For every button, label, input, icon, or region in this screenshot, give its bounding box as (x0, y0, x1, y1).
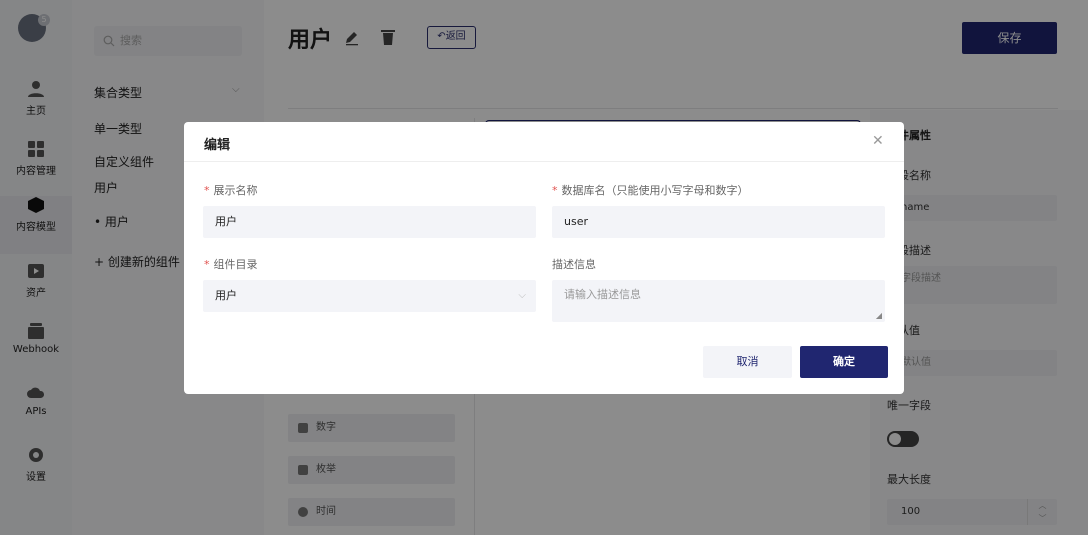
db-name-label: * 数据库名（只能使用小写字母和数字） (552, 182, 749, 198)
display-name-label: * 展示名称 (204, 182, 258, 198)
description-textarea[interactable]: 请输入描述信息 ◢ (552, 280, 885, 322)
resize-handle-icon[interactable]: ◢ (876, 311, 882, 320)
modal-title: 编辑 (204, 138, 231, 153)
display-name-input[interactable]: 用户 (203, 206, 536, 238)
confirm-button[interactable]: 确定 (800, 346, 888, 378)
close-icon[interactable]: ✕ (872, 133, 884, 149)
required-mark: * (552, 184, 558, 197)
required-mark: * (204, 184, 210, 197)
category-label-text: 组件目录 (213, 258, 258, 271)
edit-modal: 编辑 ✕ * 展示名称 用户 * 数据库名（只能使用小写字母和数字） user * 组… (184, 122, 904, 394)
display-name-label-text: 展示名称 (213, 184, 258, 197)
modal-header: 编辑 ✕ (184, 122, 904, 162)
cancel-button[interactable]: 取消 (703, 346, 792, 378)
chevron-down-icon: ⌵ (518, 290, 526, 301)
description-label: 描述信息 (552, 258, 596, 271)
db-name-input[interactable]: user (552, 206, 885, 238)
description-placeholder: 请输入描述信息 (564, 288, 641, 301)
category-value: 用户 (215, 289, 237, 302)
db-name-label-text: 数据库名（只能使用小写字母和数字） (561, 184, 749, 197)
category-select[interactable]: 用户 ⌵ (203, 280, 536, 312)
required-mark: * (204, 258, 210, 271)
category-label: * 组件目录 (204, 256, 258, 272)
